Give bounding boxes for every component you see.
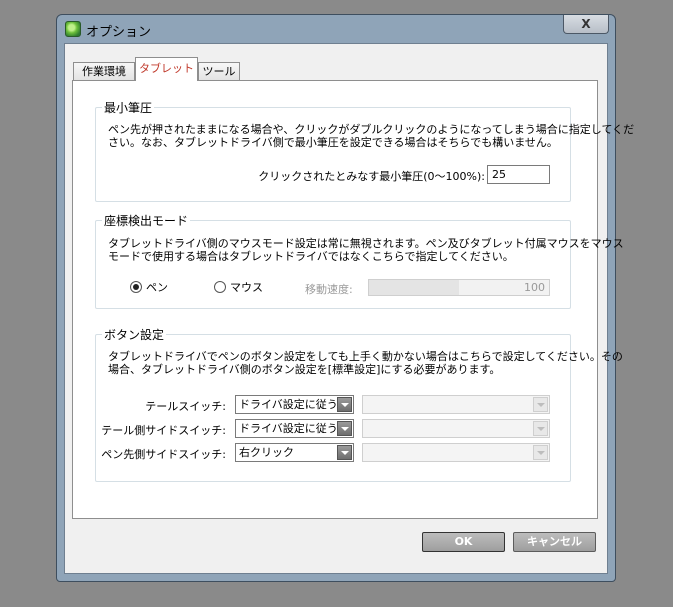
- tail-side-switch-value: ドライバ設定に従う: [239, 422, 338, 435]
- tail-side-switch-label: テール側サイドスイッチ:: [101, 424, 226, 437]
- close-button[interactable]: X: [563, 15, 609, 34]
- chevron-down-icon[interactable]: [337, 397, 352, 412]
- min-pressure-title: 最小筆圧: [102, 99, 155, 116]
- coord-mode-desc-line2: モードで使用する場合はタブレットドライバではなくこちらで指定してください。: [108, 250, 514, 263]
- tab-tools[interactable]: ツール: [198, 62, 240, 80]
- speed-slider[interactable]: 100: [368, 279, 550, 296]
- chevron-down-icon: [533, 397, 548, 412]
- chevron-down-icon[interactable]: [337, 445, 352, 460]
- tab-tablet[interactable]: タブレット: [135, 57, 198, 81]
- tip-side-switch-detail-select: [362, 443, 550, 462]
- dialog-client-area: 作業環境 タブレット ツール 最小筆圧 ペン先が押されたままになる場合や、クリッ…: [64, 43, 634, 574]
- tail-side-switch-detail-select: [362, 419, 550, 438]
- coord-mode-title: 座標検出モード: [102, 212, 191, 229]
- coord-mode-desc-line1: タブレットドライバ側のマウスモード設定は常に無視されます。ペン及びタブレット付属…: [108, 237, 624, 250]
- chevron-down-icon[interactable]: [337, 421, 352, 436]
- tip-side-switch-label: ペン先側サイドスイッチ:: [101, 448, 226, 461]
- app-icon: [65, 21, 81, 37]
- speed-value: 100: [524, 281, 545, 294]
- button-settings-desc-line1: タブレットドライバでペンのボタン設定をしても上手く動かない場合はこちらで設定して…: [108, 350, 623, 363]
- min-pressure-label: クリックされたとみなす最小筆圧(0〜100%):: [258, 170, 485, 183]
- cancel-button[interactable]: キャンセル: [513, 532, 596, 552]
- min-pressure-desc-line2: さい。なお、タブレットドライバ側で最小筆圧を設定できる場合はそちらでも構いません…: [108, 136, 558, 149]
- tail-switch-label: テールスイッチ:: [145, 400, 226, 413]
- pen-radio[interactable]: [130, 281, 142, 293]
- options-dialog: オプション X 作業環境 タブレット ツール 最小筆圧 ペン先が押されたままにな…: [56, 14, 634, 582]
- mouse-radio-label[interactable]: マウス: [230, 279, 263, 295]
- tip-side-switch-value: 右クリック: [239, 446, 294, 459]
- window-title: オプション: [86, 25, 152, 40]
- chevron-down-icon: [533, 445, 548, 460]
- min-pressure-input[interactable]: 25: [487, 165, 550, 184]
- min-pressure-group: 最小筆圧 ペン先が押されたままになる場合や、クリックがダブルクリックのようになっ…: [95, 99, 634, 202]
- tablet-tab-panel: 最小筆圧 ペン先が押されたままになる場合や、クリックがダブルクリックのようになっ…: [72, 80, 634, 519]
- chevron-down-icon: [533, 421, 548, 436]
- tip-side-switch-select[interactable]: 右クリック: [235, 443, 354, 462]
- speed-label: 移動速度:: [305, 283, 353, 296]
- tab-work-environment[interactable]: 作業環境: [73, 62, 135, 80]
- title-bar[interactable]: オプション X: [57, 15, 615, 43]
- coord-mode-group: 座標検出モード タブレットドライバ側のマウスモード設定は常に無視されます。ペン及…: [95, 212, 624, 309]
- button-settings-title: ボタン設定: [102, 326, 167, 343]
- ok-button[interactable]: OK: [422, 532, 505, 552]
- tail-switch-detail-select: [362, 395, 550, 414]
- mouse-radio[interactable]: [214, 281, 226, 293]
- min-pressure-desc-line1: ペン先が押されたままになる場合や、クリックがダブルクリックのようになってしまう場…: [108, 123, 635, 136]
- speed-slider-fill: [369, 280, 459, 295]
- tail-side-switch-select[interactable]: ドライバ設定に従う: [235, 419, 354, 438]
- button-settings-group: ボタン設定 タブレットドライバでペンのボタン設定をしても上手く動かない場合はこち…: [95, 326, 623, 482]
- pen-radio-label[interactable]: ペン: [146, 279, 168, 295]
- tail-switch-select[interactable]: ドライバ設定に従う: [235, 395, 354, 414]
- button-settings-desc-line2: 場合、タブレットドライバ側のボタン設定を[標準設定]にする必要があります。: [108, 363, 501, 376]
- tail-switch-value: ドライバ設定に従う: [239, 398, 338, 411]
